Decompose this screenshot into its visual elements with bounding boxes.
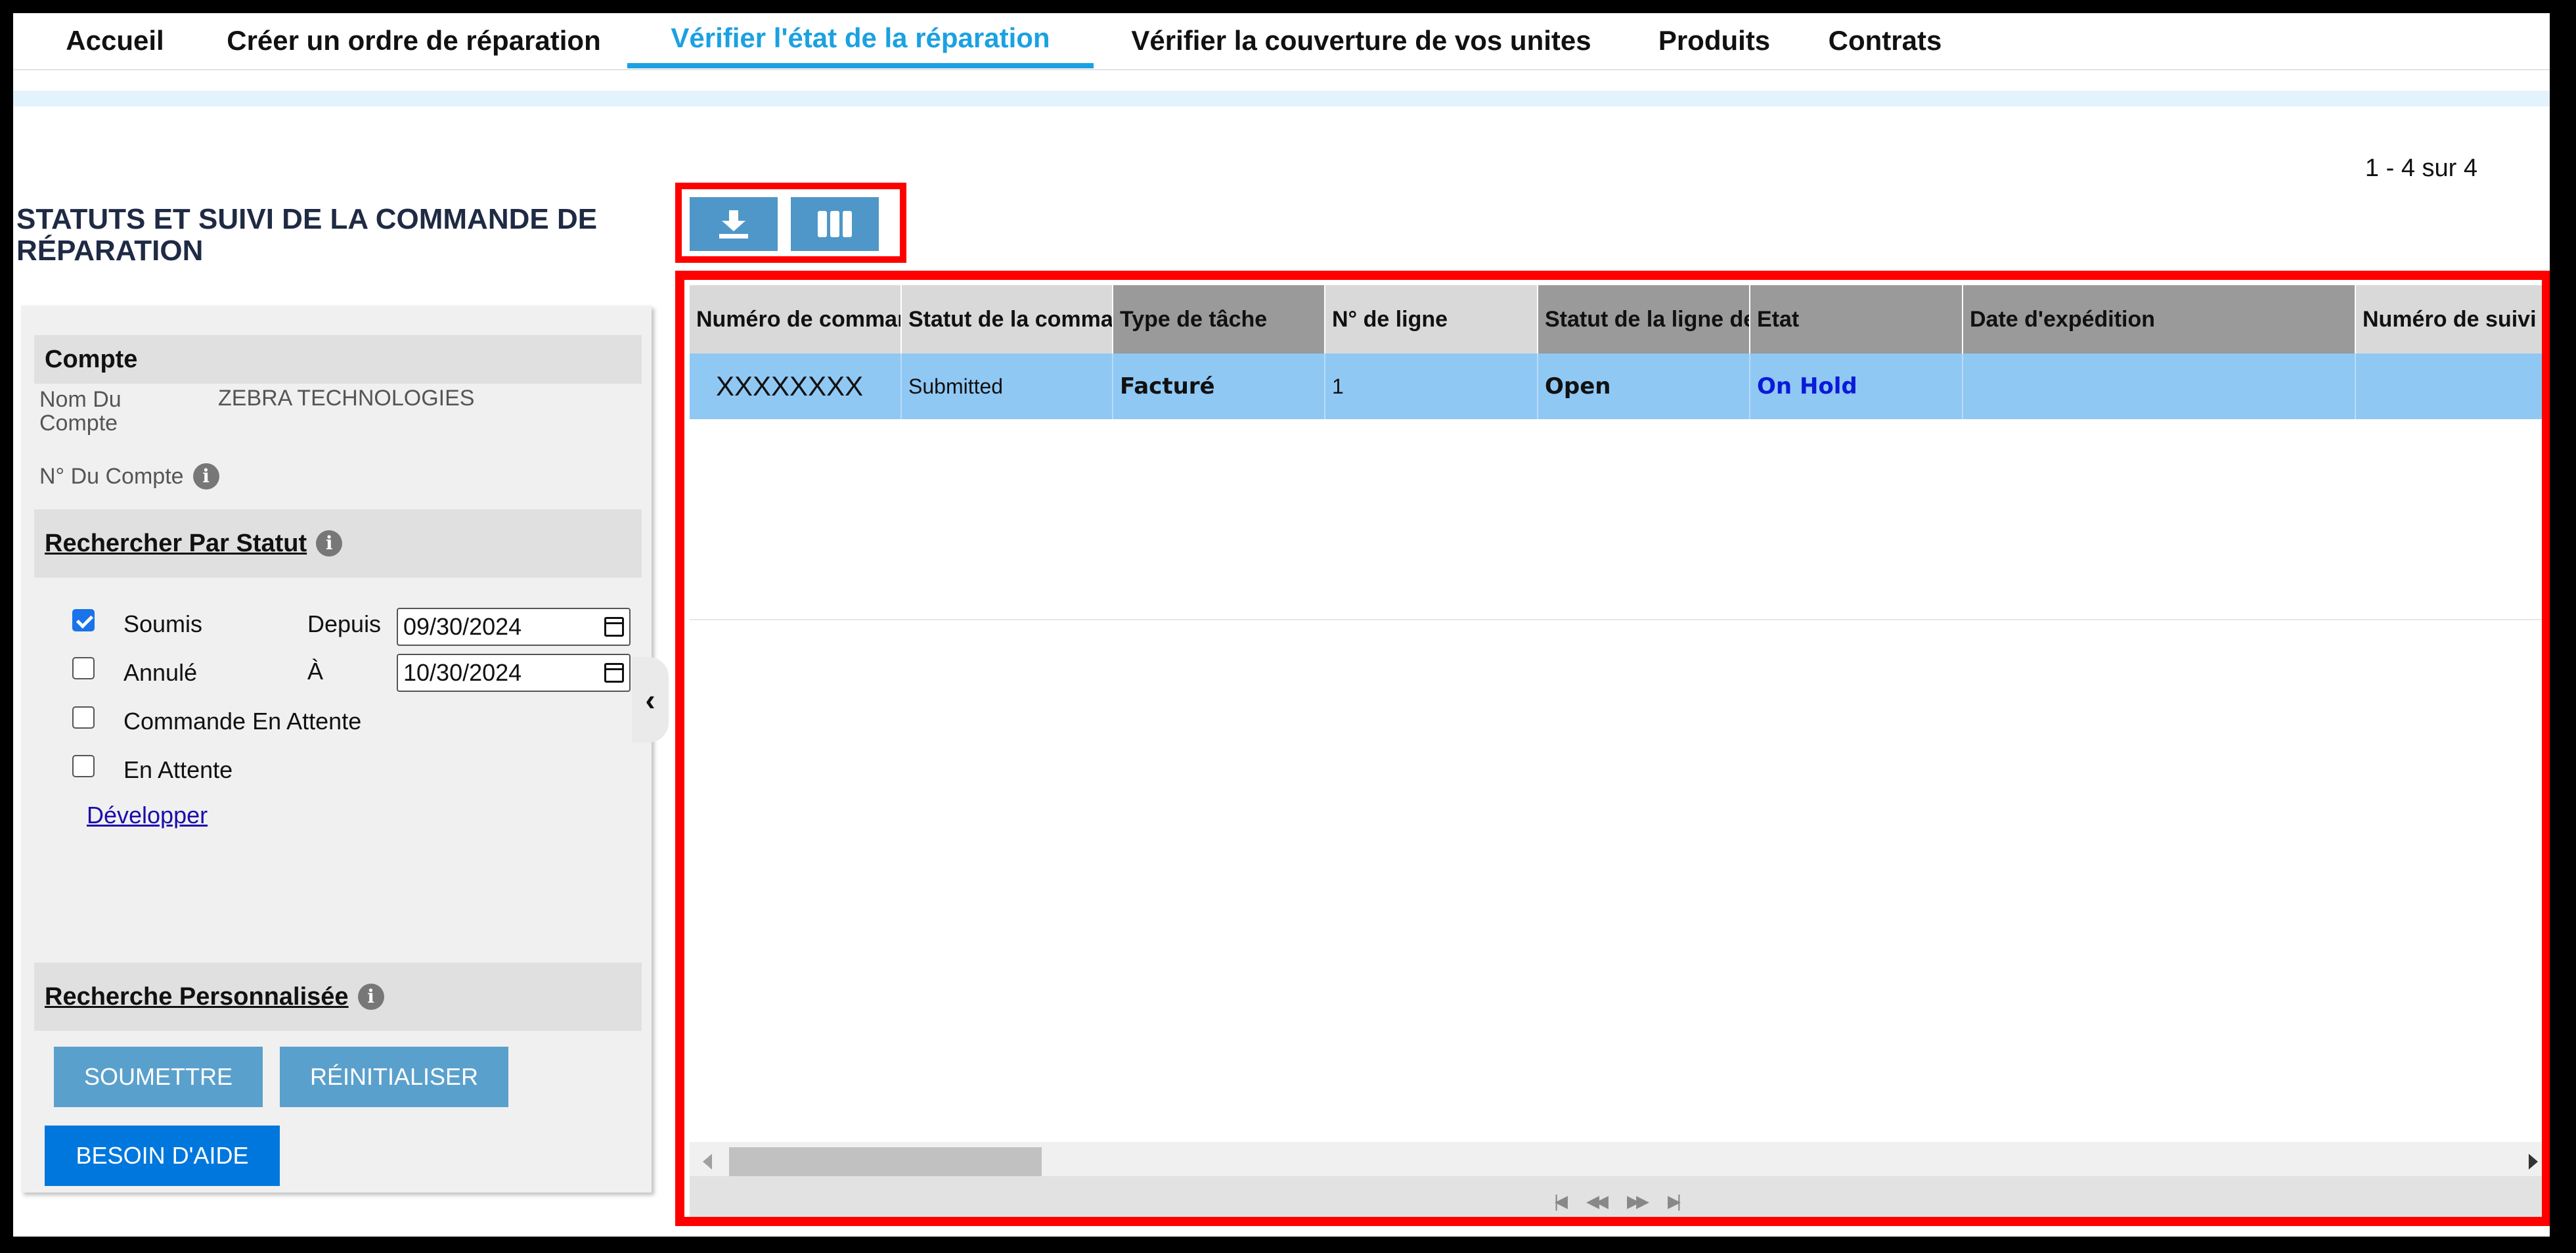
cell-task-type: Facturé <box>1113 353 1325 419</box>
custom-search-heading: Recherche Personnalisée i <box>34 963 642 1031</box>
account-number-label: N° Du Compte <box>39 464 184 489</box>
col-header-order-number[interactable]: Numéro de commande <box>690 285 902 353</box>
prev-page-icon[interactable]: ◀◀ <box>1586 1191 1609 1212</box>
custom-search-link[interactable]: Recherche Personnalisée <box>45 983 349 1011</box>
cell-ship-date <box>1963 353 2356 419</box>
collapse-panel-chevron-icon[interactable]: ‹ <box>632 657 669 742</box>
date-to-input[interactable]: 10/30/2024 <box>397 654 631 692</box>
date-to-label: À <box>307 658 324 685</box>
calendar-icon[interactable] <box>604 617 624 637</box>
columns-icon-glyph <box>818 211 852 237</box>
cell-state: On Hold <box>1750 353 1963 419</box>
page-title: STATUTS ET SUIVI DE LA COMMANDE DE RÉPAR… <box>16 203 598 267</box>
checkbox-soumis[interactable] <box>72 609 95 631</box>
scrollbar-thumb[interactable] <box>729 1147 1042 1176</box>
cell-order-number[interactable]: XXXXXXXX <box>690 353 902 419</box>
info-icon[interactable]: i <box>192 463 219 490</box>
calendar-icon[interactable] <box>604 663 624 683</box>
last-page-icon[interactable]: ▶| <box>1668 1191 1681 1212</box>
filter-panel: Compte Nom Du Compte ZEBRA TECHNOLOGIES … <box>21 306 652 1193</box>
submit-button[interactable]: SOUMETTRE <box>54 1047 263 1107</box>
grid-viewport: Numéro de commande Statut de la commande… <box>690 285 2542 1217</box>
checkbox-commande-en-attente-label: Commande En Attente <box>123 708 362 735</box>
results-grid: Numéro de commande Statut de la commande… <box>675 271 2550 1226</box>
cell-tracking-number <box>2356 353 2542 419</box>
account-name-label: Nom Du Compte <box>39 387 122 436</box>
tab-creer-ordre[interactable]: Créer un ordre de réparation <box>204 13 624 68</box>
col-header-state[interactable]: Etat <box>1750 285 1963 353</box>
pager-range: 1 - 4 sur 4 <box>2365 154 2477 182</box>
info-icon[interactable]: i <box>357 984 384 1010</box>
top-nav: Accueil Créer un ordre de réparation Vér… <box>13 13 2550 70</box>
scroll-left-icon[interactable] <box>703 1154 712 1170</box>
cell-order-status: Submitted <box>902 353 1113 419</box>
date-from-value: 09/30/2024 <box>403 613 522 640</box>
grid-toolbar <box>675 183 906 263</box>
columns-icon[interactable] <box>791 197 879 251</box>
checkbox-annule-label: Annulé <box>123 659 198 686</box>
tab-produits[interactable]: Produits <box>1645 13 1783 68</box>
reset-button[interactable]: RÉINITIALISER <box>280 1047 508 1107</box>
checkbox-soumis-label: Soumis <box>123 610 203 637</box>
account-number-row: N° Du Compte i <box>39 463 219 490</box>
account-name-value: ZEBRA TECHNOLOGIES <box>218 386 475 411</box>
col-header-line-number[interactable]: N° de ligne <box>1325 285 1538 353</box>
col-header-task-type[interactable]: Type de tâche <box>1113 285 1325 353</box>
status-search-heading: Rechercher Par Statut i <box>34 509 642 578</box>
col-header-line-status[interactable]: Statut de la ligne de <box>1538 285 1750 353</box>
help-button[interactable]: BESOIN D'AIDE <box>45 1126 280 1186</box>
app-frame: Accueil Créer un ordre de réparation Vér… <box>13 13 2550 1237</box>
grid-header: Numéro de commande Statut de la commande… <box>690 285 2542 353</box>
tab-contrats[interactable]: Contrats <box>1816 13 1954 68</box>
account-heading: Compte <box>34 335 642 384</box>
tab-verifier-etat[interactable]: Vérifier l'état de la réparation <box>627 13 1094 68</box>
account-heading-label: Compte <box>45 345 138 373</box>
tab-verifier-couverture[interactable]: Vérifier la couverture de vos unites <box>1110 13 1612 68</box>
date-from-label: Depuis <box>307 610 382 637</box>
status-search-link[interactable]: Rechercher Par Statut <box>45 530 307 558</box>
horizontal-scrollbar[interactable] <box>690 1142 2542 1176</box>
checkbox-commande-en-attente[interactable] <box>72 706 95 729</box>
grid-pager: |◀ ◀◀ ▶▶ ▶| <box>690 1176 2542 1217</box>
table-row[interactable]: XXXXXXXX Submitted Facturé 1 Open On Hol… <box>690 353 2542 419</box>
tab-accueil[interactable]: Accueil <box>39 13 190 68</box>
grid-divider <box>690 619 2542 620</box>
scroll-right-icon[interactable] <box>2529 1154 2538 1170</box>
date-to-value: 10/30/2024 <box>403 659 522 686</box>
checkbox-en-attente-label: En Attente <box>123 756 233 783</box>
info-icon[interactable]: i <box>316 530 343 557</box>
first-page-icon[interactable]: |◀ <box>1554 1191 1568 1212</box>
expand-link[interactable]: Développer <box>87 802 208 829</box>
cell-line-status: Open <box>1538 353 1750 419</box>
checkbox-en-attente[interactable] <box>72 755 95 777</box>
header-strip <box>13 91 2550 106</box>
checkbox-annule[interactable] <box>72 657 95 679</box>
date-from-input[interactable]: 09/30/2024 <box>397 608 631 646</box>
cell-line-number: 1 <box>1325 353 1538 419</box>
col-header-order-status[interactable]: Statut de la commande <box>902 285 1113 353</box>
col-header-tracking-number[interactable]: Numéro de suivi <box>2356 285 2542 353</box>
next-page-icon[interactable]: ▶▶ <box>1627 1191 1649 1212</box>
download-icon[interactable] <box>690 197 778 251</box>
col-header-ship-date[interactable]: Date d'expédition <box>1963 285 2356 353</box>
download-icon-glyph <box>719 210 748 239</box>
